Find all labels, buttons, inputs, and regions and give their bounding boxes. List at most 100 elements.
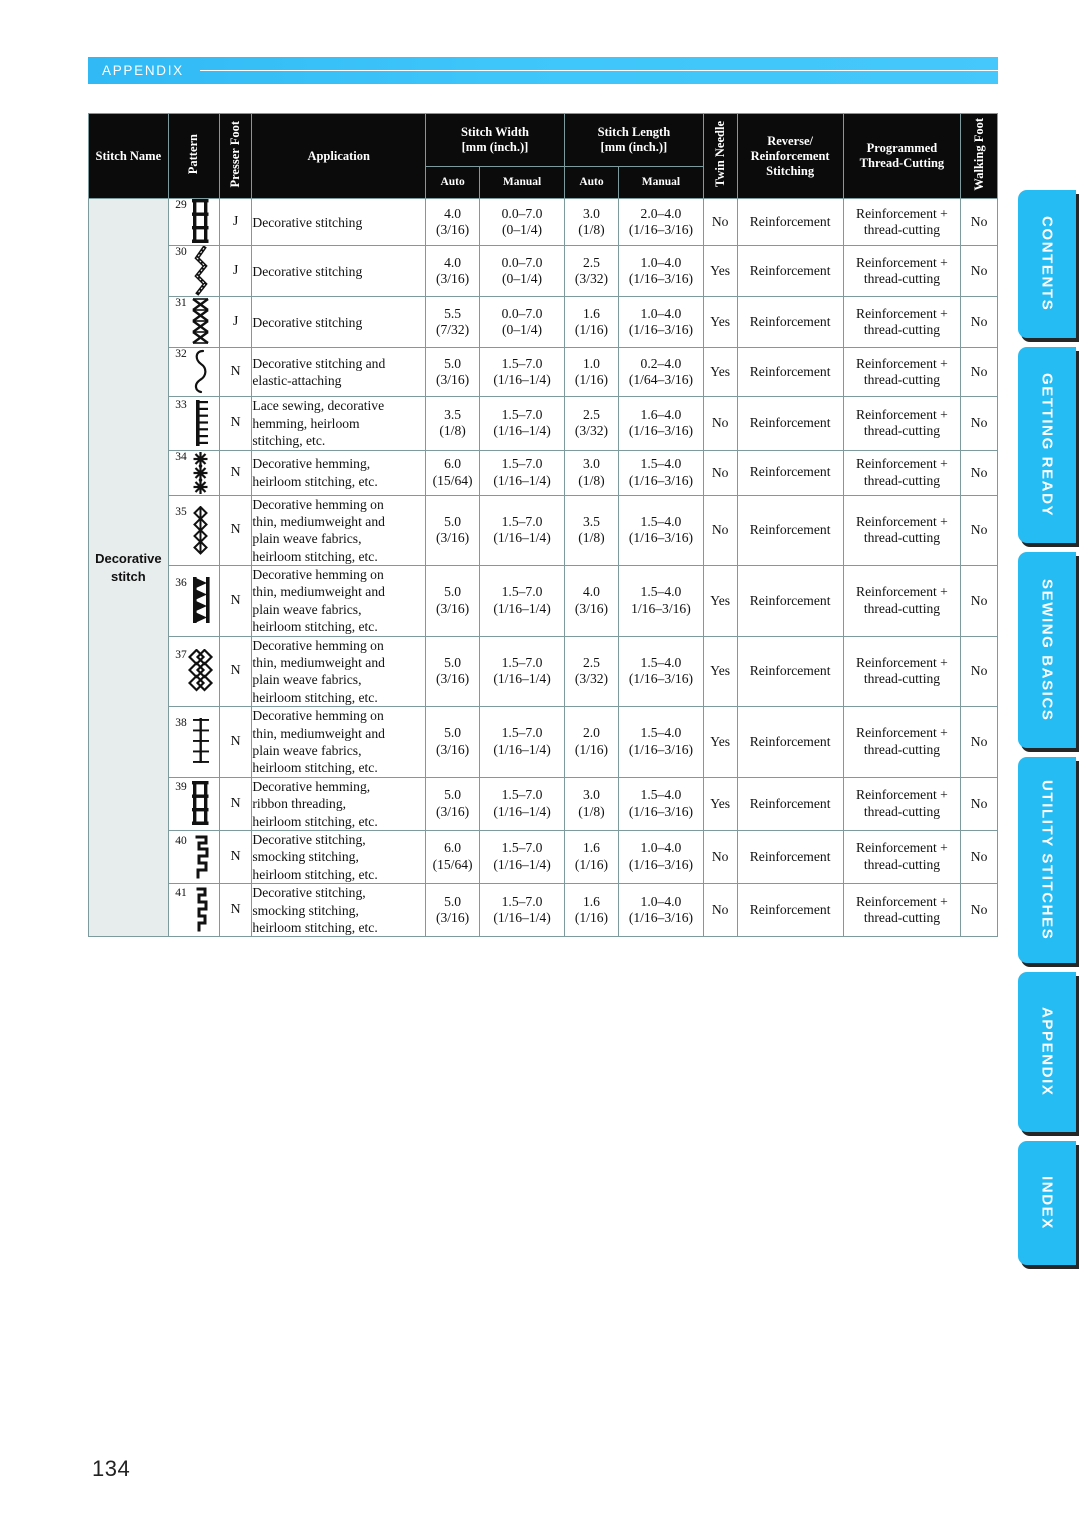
section-tab-index[interactable]: INDEX [1018, 1141, 1076, 1265]
stitch-length-manual-cell: 1.5–4.0 (1/16–3/16) [618, 635, 704, 708]
square-wave-stitch-narrow-icon [188, 887, 214, 933]
stitch-length-auto-cell-inch: (1/8) [578, 222, 605, 238]
stitch-width-auto-cell-inch: (3/16) [435, 222, 470, 238]
stitch-width-manual-cell: 1.5–7.0 (1/16–1/4) [479, 494, 565, 567]
programmed-thread-cutting-cell: Reinforcement + thread-cutting [842, 494, 962, 567]
stitch-width-auto-cell: 5.0 (3/16) [425, 347, 481, 398]
stitch-number: 38 [175, 717, 187, 730]
stitch-length-auto-cell-inch: (3/32) [574, 671, 609, 687]
programmed-line2: thread-cutting [863, 271, 941, 287]
stitch-length-auto-cell: 3.0 (1/8) [563, 776, 620, 831]
section-tab-getting-ready[interactable]: GETTING READY [1018, 347, 1076, 543]
walking-foot-cell: No [960, 198, 998, 247]
table-row: Decorative stitch 29 J Decorative stitching 4… [88, 198, 998, 938]
page-header-band: APPENDIX [88, 57, 998, 84]
diamond-chain-stitch-icon [188, 505, 214, 555]
programmed-thread-cutting-cell: Reinforcement + thread-cutting [842, 347, 962, 398]
application-line: Decorative hemming on [252, 708, 384, 724]
programmed-thread-cutting-cell: Reinforcement + thread-cutting [842, 198, 962, 247]
stitch-pattern-cell: 41 [167, 883, 220, 938]
stitch-length-manual-cell-mm: 0.2–4.0 [640, 355, 682, 371]
stitch-length-auto-cell-mm: 2.5 [582, 654, 600, 670]
stitch-width-manual-cell-inch: (1/16–1/4) [493, 803, 551, 819]
stitch-length-auto-cell: 2.0 (1/16) [563, 706, 620, 778]
stitch-width-manual-cell-inch: (0–1/4) [502, 222, 543, 238]
programmed-line2: thread-cutting [863, 910, 941, 926]
stitch-length-auto-cell-inch: (3/32) [574, 423, 609, 439]
section-tab-label: INDEX [1038, 1176, 1056, 1230]
th-twin-needle: Twin Needle [702, 112, 738, 200]
section-tab-contents[interactable]: CONTENTS [1018, 190, 1076, 338]
stitch-length-manual-cell-mm: 1.5–4.0 [640, 725, 682, 741]
programmed-line2: thread-cutting [863, 322, 941, 338]
stitch-width-manual-cell: 1.5–7.0 (1/16–1/4) [479, 347, 565, 398]
application-line: thin, mediumweight and [252, 513, 385, 529]
table-row: 32 N Decorative stitching and elastic-attac… [89, 347, 998, 398]
programmed-line1: Reinforcement + [856, 654, 948, 670]
stitch-width-manual-cell-mm: 1.5–7.0 [501, 654, 543, 670]
programmed-thread-cutting-cell: Reinforcement + thread-cutting [842, 396, 962, 451]
application-line: Decorative hemming, [252, 778, 371, 794]
presser-foot-cell: J [218, 245, 253, 298]
th-width-manual: Manual [479, 166, 565, 200]
programmed-line1: Reinforcement + [856, 893, 948, 909]
stitch-length-auto-cell-inch: (1/8) [578, 472, 605, 488]
stitch-width-auto-cell-mm: 6.0 [444, 840, 462, 856]
stitch-width-auto-cell-mm: 5.0 [444, 513, 462, 529]
section-tab-appendix[interactable]: APPENDIX [1018, 972, 1076, 1132]
table-head: Stitch Name Pattern Presser Foot Applica… [88, 112, 998, 200]
application-line: elastic-attaching [252, 373, 342, 389]
section-tab-sewing-basics[interactable]: SEWING BASICS [1018, 552, 1076, 748]
stitch-width-manual-cell-mm: 1.5–7.0 [501, 513, 543, 529]
walking-foot-cell: No [960, 347, 998, 398]
th-programmed-thread-cutting: Programmed Thread-Cutting [842, 112, 962, 200]
section-tab-label: APPENDIX [1038, 1007, 1056, 1097]
section-tab-label: UTILITY STITCHES [1038, 779, 1056, 941]
reverse-reinforcement-cell: Reinforcement [736, 396, 844, 451]
stitch-width-manual-cell-mm: 0.0–7.0 [501, 205, 543, 221]
application-cell: Decorative hemming, ribbon threading, heir… [251, 776, 427, 831]
programmed-line1: Reinforcement + [856, 584, 948, 600]
stitch-width-manual-cell-inch: (1/16–1/4) [493, 530, 551, 546]
stitch-length-auto-cell-mm: 2.5 [582, 254, 600, 270]
stitch-width-auto-cell-mm: 6.0 [444, 455, 462, 471]
stitch-width-manual-cell-mm: 1.5–7.0 [501, 584, 543, 600]
reverse-reinforcement-cell: Reinforcement [736, 198, 844, 247]
programmed-line1: Reinforcement + [856, 205, 948, 221]
stitch-length-manual-cell-mm: 1.5–4.0 [640, 513, 682, 529]
application-line: thin, mediumweight and [252, 725, 385, 741]
th-length-manual: Manual [618, 166, 704, 200]
reverse-reinforcement-cell: Reinforcement [736, 296, 844, 349]
stitch-width-auto-cell-mm: 5.0 [444, 654, 462, 670]
stitch-number: 36 [175, 576, 187, 589]
application-line: Decorative stitching [252, 214, 363, 230]
stitch-width-auto-cell: 5.0 (3/16) [425, 494, 481, 567]
reverse-reinforcement-cell: Reinforcement [736, 347, 844, 398]
stitch-number: 37 [175, 649, 187, 662]
stitch-length-auto-cell-mm: 3.5 [582, 513, 600, 529]
wavy-diagonal-stitch-icon [188, 246, 214, 297]
programmed-thread-cutting-cell: Reinforcement + thread-cutting [842, 565, 962, 637]
programmed-line1: Reinforcement + [856, 254, 948, 270]
twin-needle-cell: No [702, 494, 738, 567]
walking-foot-cell: No [960, 296, 998, 349]
th-reverse-reinforcement: Reverse/ Reinforcement Stitching [736, 112, 844, 200]
application-line: Decorative stitching and [252, 355, 386, 371]
presser-foot-cell: N [218, 635, 253, 708]
stitch-length-manual-cell: 1.0–4.0 (1/16–3/16) [618, 883, 704, 938]
stitch-width-auto-cell: 5.0 (3/16) [425, 635, 481, 708]
stitch-width-auto-cell-inch: (15/64) [432, 472, 473, 488]
stitch-length-manual-cell-inch: (1/16–3/16) [628, 322, 694, 338]
stitch-width-manual-cell: 1.5–7.0 (1/16–1/4) [479, 883, 565, 938]
section-tab-utility-stitches[interactable]: UTILITY STITCHES [1018, 757, 1076, 963]
stitch-length-auto-cell-inch: (3/32) [574, 271, 609, 287]
application-line: Decorative stitching, [252, 885, 366, 901]
programmed-line1: Reinforcement + [856, 406, 948, 422]
stitch-length-auto-cell-mm: 3.0 [582, 455, 600, 471]
section-tab-label: CONTENTS [1038, 216, 1056, 312]
stitch-settings-table: Stitch Name Pattern Presser Foot Applica… [88, 112, 998, 938]
stitch-settings-table-wrap: Stitch Name Pattern Presser Foot Applica… [88, 112, 998, 938]
stitch-length-manual-cell: 1.0–4.0 (1/16–3/16) [618, 296, 704, 349]
presser-foot-cell: N [218, 347, 253, 398]
programmed-thread-cutting-cell: Reinforcement + thread-cutting [842, 635, 962, 708]
